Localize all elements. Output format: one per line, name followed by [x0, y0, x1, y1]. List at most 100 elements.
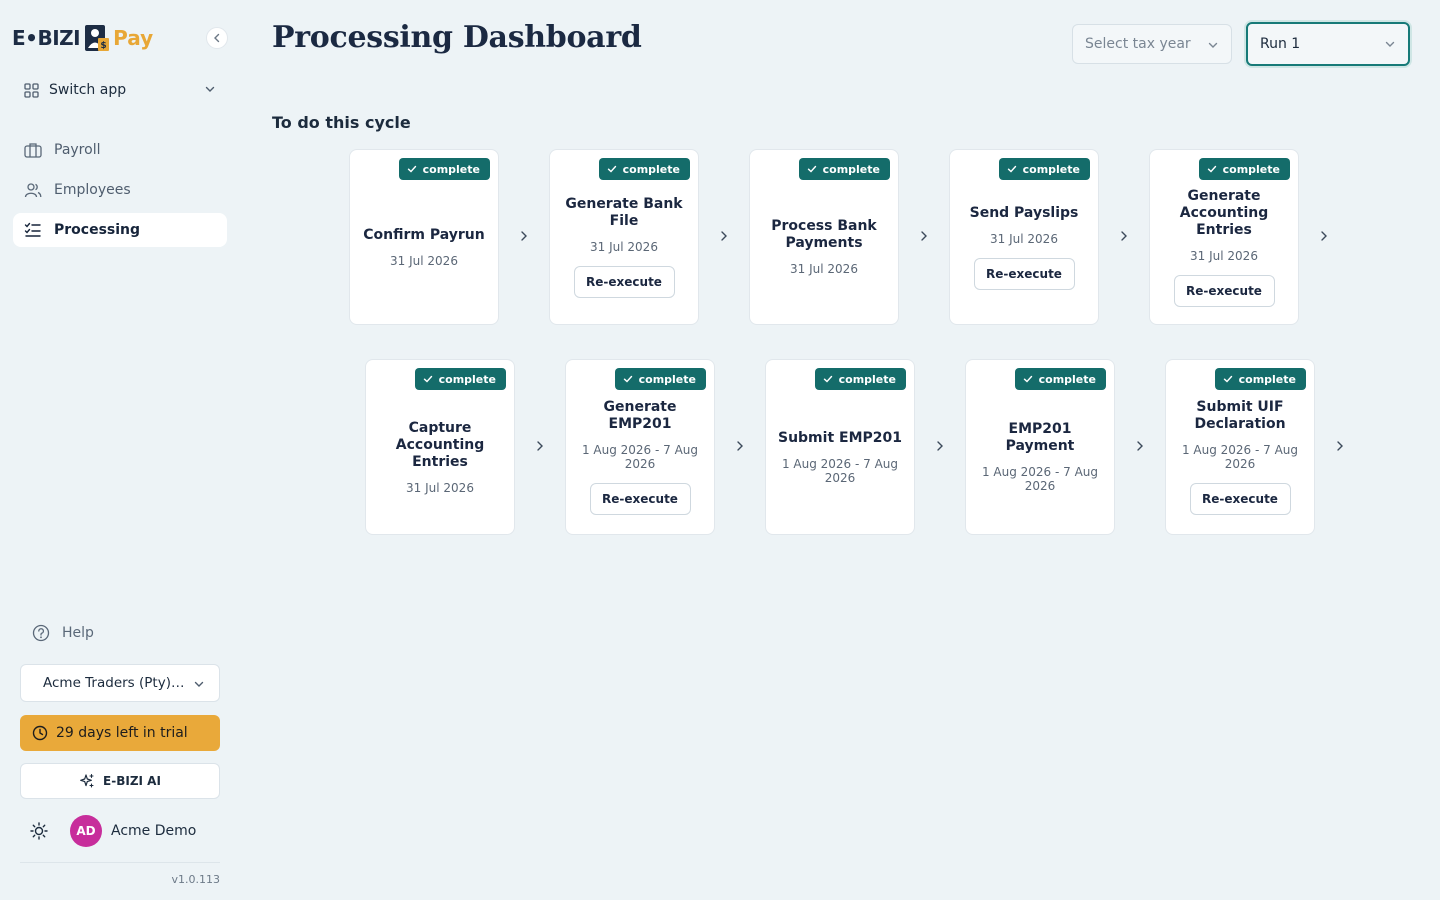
step-card[interactable]: complete Generate Bank File 31 Jul 2026 Re-… — [549, 149, 699, 325]
check-icon — [607, 165, 616, 173]
sidebar-divider — [20, 862, 220, 863]
step-title: Submit EMP201 — [777, 429, 902, 446]
step-title: Generate EMP201 — [603, 399, 677, 432]
status-badge-label: complete — [1222, 162, 1280, 176]
status-badge: complete — [814, 368, 906, 390]
step-card[interactable]: complete Confirm Payrun 31 Jul 2026 — [349, 149, 499, 325]
svg-text:$: $ — [100, 41, 106, 51]
status-badge-label: complete — [822, 162, 880, 176]
check-icon — [423, 375, 432, 383]
check-icon — [823, 375, 832, 383]
sun-icon[interactable] — [30, 822, 48, 840]
company-name: Acme Traders (Pty)… — [43, 675, 185, 691]
status-badge: complete — [798, 158, 890, 180]
step-title: Process Bank Payments — [771, 218, 877, 251]
sidebar-item-employees[interactable]: Employees — [13, 173, 227, 207]
step-date: 31 Jul 2026 — [790, 262, 858, 276]
chevron-right-icon — [537, 441, 543, 451]
chevron-right-icon — [1121, 231, 1127, 241]
chevron-right-icon — [1321, 231, 1327, 241]
avatar[interactable]: AD — [70, 815, 102, 847]
chevron-left-icon — [214, 33, 220, 43]
app-version: v1.0.113 — [171, 873, 221, 886]
run-value: Run 1 — [1260, 36, 1301, 52]
status-badge: complete — [998, 158, 1090, 180]
ai-label: E-BIZI AI — [103, 774, 161, 788]
step-title: Capture Accounting Entries — [395, 419, 485, 470]
step-date: 1 Aug 2026 - 7 Aug 2026 — [981, 465, 1099, 493]
page-title: Processing Dashboard — [272, 20, 642, 55]
brand-mark-icon: $ — [85, 25, 110, 51]
chevron-right-icon — [737, 441, 743, 451]
ebizi-ai-button[interactable]: E-BIZI AI — [20, 763, 220, 799]
status-badge: complete — [414, 368, 506, 390]
step-card[interactable]: complete Submit UIF Declaration 1 Aug 2026… — [1165, 359, 1315, 535]
status-badge-label: complete — [638, 372, 696, 386]
check-icon — [1207, 165, 1216, 173]
step-date: 1 Aug 2026 - 7 Aug 2026 — [1181, 443, 1299, 471]
chevron-right-icon — [937, 441, 943, 451]
chevron-down-icon — [205, 86, 215, 92]
step-title: Submit UIF Declaration — [1194, 399, 1286, 432]
trial-label: 29 days left in trial — [56, 725, 188, 741]
collapse-sidebar-button[interactable] — [206, 27, 228, 49]
section-title: To do this cycle — [272, 113, 411, 132]
re-execute-button[interactable]: Re-execute — [973, 257, 1075, 290]
switch-app-button[interactable]: Switch app — [24, 78, 220, 102]
list-check-icon — [24, 222, 41, 237]
trial-banner[interactable]: 29 days left in trial — [20, 715, 220, 751]
status-badge: complete — [398, 158, 490, 180]
check-icon — [1023, 375, 1032, 383]
step-card[interactable]: complete Process Bank Payments 31 Jul 2026 — [749, 149, 899, 325]
tax-year-select[interactable]: Select tax year — [1072, 24, 1232, 64]
step-card[interactable]: complete Generate EMP201 1 Aug 2026 - 7 Au… — [565, 359, 715, 535]
status-badge: complete — [1198, 158, 1290, 180]
brand-logo[interactable]: E•BIZI $ Pay — [12, 22, 153, 54]
step-card[interactable]: complete Capture Accounting Entries 31 Jul… — [365, 359, 515, 535]
step-card[interactable]: complete Submit EMP201 1 Aug 2026 - 7 Aug … — [765, 359, 915, 535]
step-date: 1 Aug 2026 - 7 Aug 2026 — [581, 443, 699, 471]
status-badge-label: complete — [1022, 162, 1080, 176]
sidebar-item-label: Employees — [54, 182, 131, 198]
step-card[interactable]: complete Generate Accounting Entries 31 Ju… — [1149, 149, 1299, 325]
chevron-right-icon — [521, 231, 527, 241]
chevron-down-icon — [1385, 41, 1395, 47]
help-link[interactable]: Help — [32, 622, 94, 644]
sidebar-item-processing[interactable]: Processing — [13, 213, 227, 247]
sidebar-item-label: Processing — [54, 222, 141, 238]
company-select[interactable]: Acme Traders (Pty)… — [20, 664, 220, 702]
re-execute-button[interactable]: Re-execute — [573, 266, 675, 298]
status-badge-label: complete — [1238, 372, 1296, 386]
status-badge-label: complete — [422, 162, 480, 176]
grid-icon — [24, 82, 39, 98]
step-card[interactable]: complete Send Payslips 31 Jul 2026 Re-execu… — [949, 149, 1099, 325]
step-date: 31 Jul 2026 — [390, 253, 458, 268]
status-badge: complete — [1014, 368, 1106, 390]
re-execute-button[interactable]: Re-execute — [589, 483, 691, 515]
sidebar-item-label: Payroll — [54, 142, 101, 158]
status-badge: complete — [598, 158, 690, 180]
step-date: 31 Jul 2026 — [990, 231, 1058, 246]
check-icon — [807, 165, 816, 173]
run-select[interactable]: Run 1 — [1246, 22, 1410, 66]
status-badge: complete — [1214, 368, 1306, 390]
check-icon — [623, 375, 632, 383]
chevron-right-icon — [1337, 441, 1343, 451]
step-card[interactable]: complete EMP201 Payment 1 Aug 2026 - 7 Aug… — [965, 359, 1115, 535]
chevron-right-icon — [921, 231, 927, 241]
help-label: Help — [62, 625, 94, 641]
step-date: 31 Jul 2026 — [590, 240, 658, 254]
step-title: Generate Accounting Entries — [1179, 187, 1269, 238]
brand-name-right: Pay — [113, 26, 154, 50]
status-badge-label: complete — [622, 162, 680, 176]
sidebar-item-payroll[interactable]: Payroll — [13, 133, 227, 167]
sidebar: E•BIZI $ Pay Switch app Payroll Employee… — [0, 0, 240, 900]
user-name[interactable]: Acme Demo — [111, 823, 196, 839]
chevron-right-icon — [1137, 441, 1143, 451]
clock-icon — [32, 725, 48, 741]
sparkles-icon — [80, 773, 94, 788]
check-icon — [407, 165, 416, 173]
re-execute-button[interactable]: Re-execute — [1173, 274, 1275, 307]
re-execute-button[interactable]: Re-execute — [1189, 483, 1291, 515]
chevron-right-icon — [721, 231, 727, 241]
